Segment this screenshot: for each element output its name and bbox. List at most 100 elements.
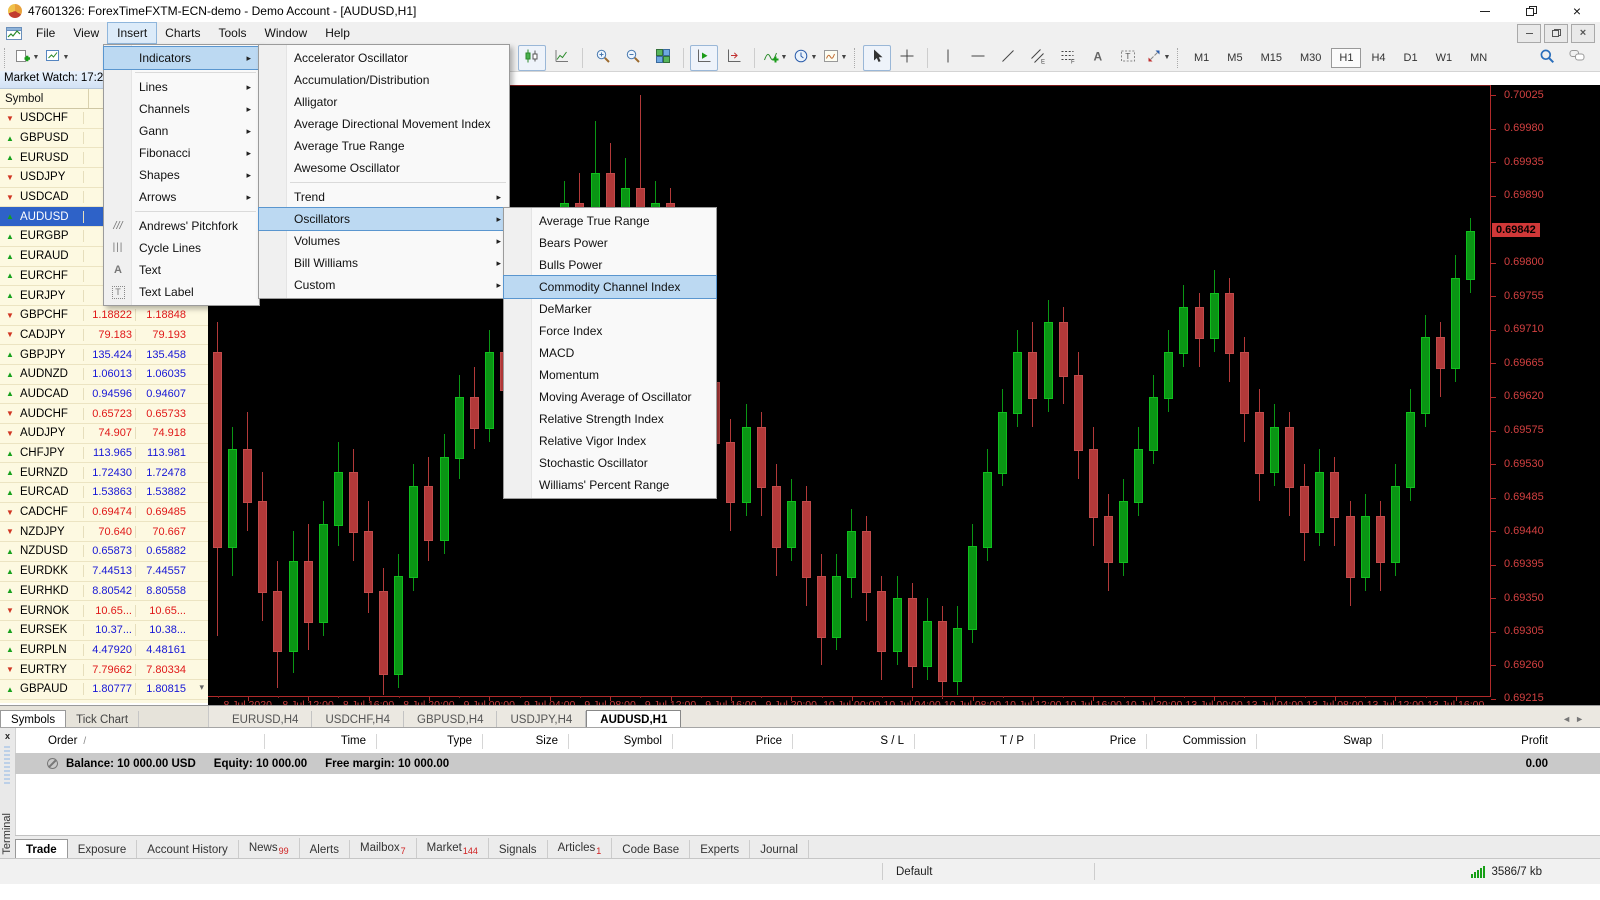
column-symbol[interactable]: Symbol <box>0 93 88 105</box>
market-watch-row-cadchf[interactable]: ▼CADCHF0.694740.69485 <box>0 503 208 523</box>
balance-row[interactable]: Balance: 10 000.00 USD Equity: 10 000.00… <box>15 753 1600 774</box>
period-d1-button[interactable]: D1 <box>1396 48 1426 68</box>
child-close-button[interactable]: × <box>1571 24 1595 43</box>
status-profile[interactable]: Default <box>883 863 1094 880</box>
chart-tab-eurusd-h4[interactable]: EURUSD,H4 <box>219 711 312 728</box>
horizontal-line-button[interactable] <box>964 45 992 71</box>
dropdown-caret-icon[interactable]: ▼ <box>841 54 848 61</box>
menu-item-accelerator-oscillator[interactable]: Accelerator Oscillator <box>259 47 509 69</box>
period-m5-button[interactable]: M5 <box>1219 48 1250 68</box>
menu-item-alligator[interactable]: Alligator <box>259 91 509 113</box>
menu-item-williams-percent-range[interactable]: Williams' Percent Range <box>504 474 716 496</box>
menu-item-lines[interactable]: Lines▸ <box>104 76 259 98</box>
menu-item-channels[interactable]: Channels▸ <box>104 98 259 120</box>
menu-charts[interactable]: Charts <box>156 23 209 43</box>
templates-button[interactable]: ▼ <box>821 45 849 71</box>
search-button[interactable] <box>1533 45 1561 71</box>
market-watch-row-eursek[interactable]: ▲EURSEK10.37...10.38... <box>0 621 208 641</box>
market-watch-row-nzdjpy[interactable]: ▼NZDJPY70.64070.667 <box>0 522 208 542</box>
menu-item-average-true-range[interactable]: Average True Range <box>259 135 509 157</box>
market-watch-row-chfjpy[interactable]: ▲CHFJPY113.965113.981 <box>0 444 208 464</box>
market-watch-row-nzdusd[interactable]: ▲NZDUSD0.658730.65882 <box>0 542 208 562</box>
terminal-tab-mailbox[interactable]: Mailbox7 <box>350 838 417 859</box>
menu-item-fibonacci[interactable]: Fibonacci▸ <box>104 142 259 164</box>
terminal-tab-exposure[interactable]: Exposure <box>68 840 138 859</box>
menu-view[interactable]: View <box>64 23 108 43</box>
chart-shift-button[interactable] <box>720 45 748 71</box>
trend-line-button[interactable] <box>994 45 1022 71</box>
menu-item-bill-williams[interactable]: Bill Williams▸ <box>259 252 509 274</box>
column-header-price[interactable]: Price <box>1035 734 1147 749</box>
menu-item-relative-vigor-index[interactable]: Relative Vigor Index <box>504 430 716 452</box>
menu-item-cycle-lines[interactable]: Cycle Lines||| <box>104 237 259 259</box>
menu-item-force-index[interactable]: Force Index <box>504 320 716 342</box>
menu-item-macd[interactable]: MACD <box>504 342 716 364</box>
market-watch-row-eurcad[interactable]: ▲EURCAD1.538631.53882 <box>0 483 208 503</box>
fibonacci-retracement-button[interactable]: F <box>1054 45 1082 71</box>
chart-tab-gbpusd-h4[interactable]: GBPUSD,H4 <box>404 711 497 728</box>
menu-item-indicators[interactable]: Indicators▸ <box>104 47 259 69</box>
period-m15-button[interactable]: M15 <box>1253 48 1290 68</box>
menu-item-text[interactable]: TextA <box>104 259 259 281</box>
terminal-tab-news[interactable]: News99 <box>239 838 300 859</box>
arrows-button[interactable]: ▼ <box>1144 45 1172 71</box>
period-mn-button[interactable]: MN <box>1462 48 1495 68</box>
menu-item-text-label[interactable]: Text LabelT <box>104 281 259 303</box>
menu-item-demarker[interactable]: DeMarker <box>504 298 716 320</box>
tile-windows-button[interactable] <box>649 45 677 71</box>
chart-tab-usdjpy-h4[interactable]: USDJPY,H4 <box>497 711 586 728</box>
column-header-commission[interactable]: Commission <box>1147 734 1257 749</box>
terminal-tab-journal[interactable]: Journal <box>750 840 809 859</box>
column-header-symbol[interactable]: Symbol <box>569 734 673 749</box>
terminal-tab-experts[interactable]: Experts <box>690 840 750 859</box>
menu-item-stochastic-oscillator[interactable]: Stochastic Oscillator <box>504 452 716 474</box>
zoom-out-button[interactable] <box>619 45 647 71</box>
terminal-tab-signals[interactable]: Signals <box>489 840 548 859</box>
menu-item-average-directional-movement-index[interactable]: Average Directional Movement Index <box>259 113 509 135</box>
market-watch-row-gbpaud[interactable]: ▲GBPAUD1.807771.80815 <box>0 680 208 700</box>
column-header-type[interactable]: Type <box>377 734 483 749</box>
period-w1-button[interactable]: W1 <box>1428 48 1461 68</box>
cursor-button[interactable] <box>863 45 891 71</box>
column-header-size[interactable]: Size <box>483 734 569 749</box>
menu-item-average-true-range[interactable]: Average True Range <box>504 210 716 232</box>
terminal-close-button[interactable]: x <box>2 731 13 742</box>
crosshair-button[interactable] <box>893 45 921 71</box>
menu-item-relative-strength-index[interactable]: Relative Strength Index <box>504 408 716 430</box>
menu-window[interactable]: Window <box>256 23 317 43</box>
market-watch-row-audcad[interactable]: ▲AUDCAD0.945960.94607 <box>0 385 208 405</box>
terminal-tab-alerts[interactable]: Alerts <box>300 840 350 859</box>
text-label-button[interactable]: T <box>1114 45 1142 71</box>
auto-scroll-button[interactable] <box>690 45 718 71</box>
market-watch-row-eurnok[interactable]: ▼EURNOK10.65...10.65... <box>0 601 208 621</box>
menu-item-accumulation-distribution[interactable]: Accumulation/Distribution <box>259 69 509 91</box>
terminal-tab-trade[interactable]: Trade <box>15 839 68 859</box>
vertical-line-button[interactable] <box>934 45 962 71</box>
menu-item-bears-power[interactable]: Bears Power <box>504 232 716 254</box>
period-h4-button[interactable]: H4 <box>1363 48 1393 68</box>
menu-item-trend[interactable]: Trend▸ <box>259 186 509 208</box>
dropdown-caret-icon[interactable]: ▼ <box>1164 54 1171 61</box>
column-header-swap[interactable]: Swap <box>1257 734 1383 749</box>
menu-item-moving-average-of-oscillator[interactable]: Moving Average of Oscillator <box>504 386 716 408</box>
market-watch-tab-symbols[interactable]: Symbols <box>0 710 66 728</box>
menu-insert[interactable]: Insert <box>108 23 156 43</box>
dropdown-caret-icon[interactable]: ▼ <box>781 54 788 61</box>
menu-item-volumes[interactable]: Volumes▸ <box>259 230 509 252</box>
market-watch-row-cadjpy[interactable]: ▼CADJPY79.18379.193 <box>0 326 208 346</box>
market-watch-tab-tick-chart[interactable]: Tick Chart <box>66 711 139 728</box>
zoom-in-button[interactable] <box>589 45 617 71</box>
market-watch-row-audchf[interactable]: ▼AUDCHF0.657230.65733 <box>0 404 208 424</box>
child-minimize-button[interactable] <box>1517 24 1541 43</box>
market-watch-row-audnzd[interactable]: ▲AUDNZD1.060131.06035 <box>0 365 208 385</box>
menu-item-andrews-pitchfork[interactable]: Andrews' Pitchfork/// <box>104 215 259 237</box>
column-header-order[interactable]: Order/ <box>15 734 265 749</box>
new-order-button[interactable]: ▼ <box>13 45 41 71</box>
column-header-time[interactable]: Time <box>265 734 377 749</box>
market-watch-row-gbpjpy[interactable]: ▲GBPJPY135.424135.458 <box>0 345 208 365</box>
terminal-tab-articles[interactable]: Articles1 <box>548 838 613 859</box>
menu-help[interactable]: Help <box>316 23 359 43</box>
chart-tab-usdchf-h4[interactable]: USDCHF,H4 <box>312 711 404 728</box>
menu-item-gann[interactable]: Gann▸ <box>104 120 259 142</box>
terminal-tab-market[interactable]: Market144 <box>417 838 489 859</box>
